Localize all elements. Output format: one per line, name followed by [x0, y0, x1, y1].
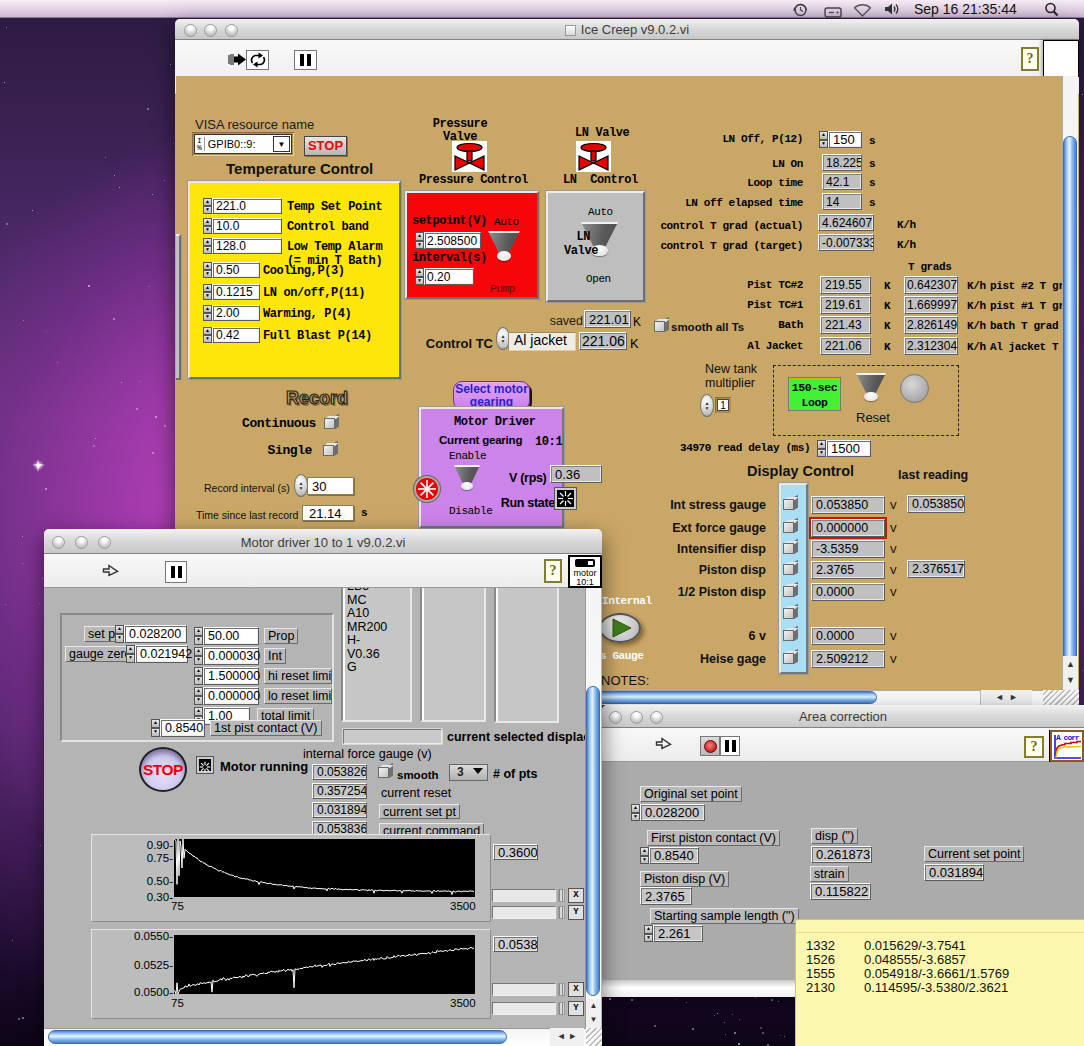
svg-text:A corr: A corr [1056, 733, 1080, 742]
